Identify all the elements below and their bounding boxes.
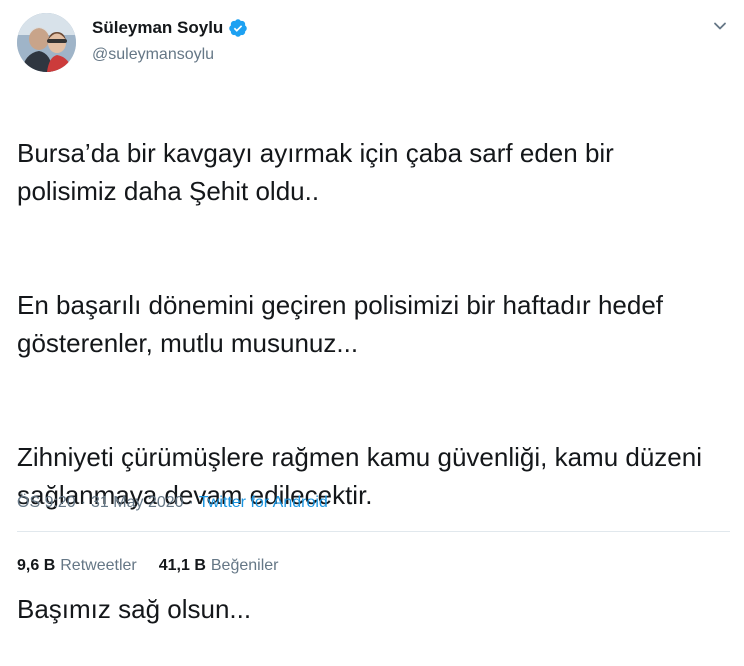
tweet-text: Bursa’da bir kavgayı ayırmak için çaba s… xyxy=(17,96,717,666)
tweet-paragraph: En başarılı dönemini geçiren polisimizi … xyxy=(17,290,664,358)
retweets-count: 9,6 B xyxy=(17,557,56,574)
tweet-paragraph: Başımız sağ olsun... xyxy=(17,594,252,624)
tweet-date[interactable]: 31 May 2020 xyxy=(91,493,184,513)
avatar[interactable] xyxy=(17,13,76,72)
divider xyxy=(17,531,730,532)
likes-count: 41,1 B xyxy=(158,557,206,574)
user-handle[interactable]: @suleymansoylu xyxy=(92,45,214,65)
tweet-source-link[interactable]: Twitter for Android xyxy=(199,493,328,513)
tweet-stats: 9,6 B Retweetler 41,1 B Beğeniler xyxy=(17,556,278,576)
tweet-paragraph: Bursa’da bir kavgayı ayırmak için çaba s… xyxy=(17,138,614,206)
meta-separator: · xyxy=(80,494,87,511)
display-name[interactable]: Süleyman Soylu xyxy=(92,18,223,38)
name-row: Süleyman Soylu xyxy=(92,18,248,38)
likes-label: Beğeniler xyxy=(210,557,279,574)
retweets-stat[interactable]: 9,6 B Retweetler xyxy=(17,556,137,576)
tweet-time[interactable]: ÖS 9:20 xyxy=(17,493,76,513)
retweets-label: Retweetler xyxy=(60,557,137,574)
avatar-image xyxy=(17,13,76,72)
more-options-button[interactable] xyxy=(710,16,730,36)
verified-badge-icon xyxy=(228,18,248,38)
meta-separator: · xyxy=(188,494,194,511)
likes-stat[interactable]: 41,1 B Beğeniler xyxy=(159,556,279,576)
tweet-card: Süleyman Soylu @suleymansoylu Bursa’da b… xyxy=(0,0,744,624)
tweet-meta: ÖS 9:20 · 31 May 2020 · Twitter for Andr… xyxy=(17,493,328,513)
chevron-down-icon xyxy=(714,22,726,30)
